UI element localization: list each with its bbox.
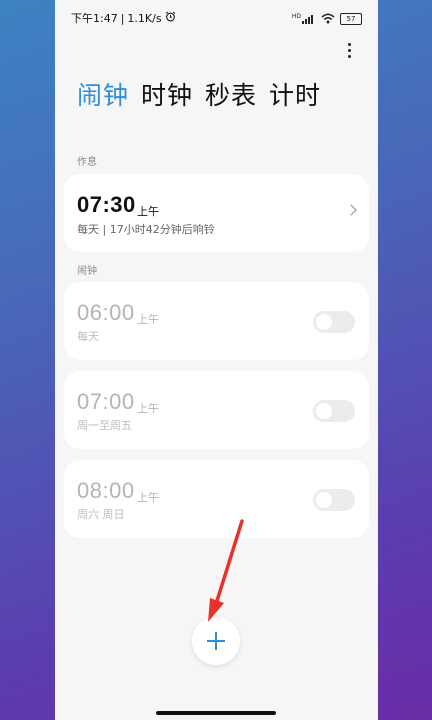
alarm-toggle[interactable]	[313, 311, 355, 333]
menu-dot	[347, 54, 351, 58]
chevron-right-icon	[345, 204, 357, 216]
tab-bar: 闹钟 时钟 秒表 计时	[77, 76, 321, 112]
menu-dot	[347, 48, 351, 52]
tab-stopwatch[interactable]: 秒表	[205, 76, 257, 112]
alarm-toggle[interactable]	[313, 400, 355, 422]
section-label-alarms: 闹钟	[77, 266, 97, 277]
alarm-repeat: 周一至周五	[77, 419, 132, 432]
alarm-toggle[interactable]	[313, 489, 355, 511]
alarm-ampm: 上午	[137, 313, 159, 326]
add-alarm-button[interactable]	[192, 617, 240, 665]
section-label-sleep: 作息	[77, 157, 97, 168]
status-bar: 下午1:47 | 1.1K/s HD 57	[55, 0, 378, 34]
status-separator: |	[120, 11, 125, 25]
wifi-icon	[321, 9, 335, 28]
phone-screen: 下午1:47 | 1.1K/s HD 57 闹钟 时钟 秒表 计时 作息 07:…	[55, 0, 378, 720]
home-indicator[interactable]	[156, 711, 276, 715]
toggle-knob	[316, 314, 332, 330]
alarm-clock-icon	[165, 11, 176, 25]
alarm-time: 06:00	[77, 300, 135, 325]
more-vertical-icon[interactable]	[340, 40, 358, 60]
alarm-card[interactable]: 06:00 上午 每天	[64, 282, 369, 360]
alarm-card[interactable]: 07:00 上午 周一至周五	[64, 371, 369, 449]
sleep-time: 07:30	[77, 192, 136, 217]
toggle-knob	[316, 492, 332, 508]
signal-icon: HD	[291, 12, 316, 24]
alarm-ampm: 上午	[137, 491, 159, 504]
status-time: 下午1:47	[71, 12, 118, 25]
plus-icon-vertical	[215, 632, 217, 650]
tab-alarm[interactable]: 闹钟	[77, 76, 129, 112]
status-right: HD 57	[292, 9, 362, 28]
menu-dot	[347, 42, 351, 46]
alarm-repeat: 每天	[77, 330, 99, 343]
alarm-card[interactable]: 08:00 上午 周六 周日	[64, 460, 369, 538]
network-speed: 1.1K/s	[127, 11, 162, 25]
tab-timer[interactable]: 计时	[269, 76, 321, 112]
alarm-repeat: 周六 周日	[77, 508, 125, 521]
sleep-ampm: 上午	[137, 205, 159, 218]
status-left: 下午1:47 | 1.1K/s	[71, 10, 176, 26]
signal-label: HD	[291, 12, 301, 20]
alarm-time: 08:00	[77, 478, 135, 503]
sleep-desc: 每天 | 17小时42分钟后响铃	[77, 223, 215, 236]
battery-icon: 57	[340, 12, 362, 25]
sleep-schedule-card[interactable]: 07:30 上午 每天 | 17小时42分钟后响铃	[64, 174, 369, 252]
alarm-ampm: 上午	[137, 402, 159, 415]
tab-clock[interactable]: 时钟	[141, 76, 193, 112]
toggle-knob	[316, 403, 332, 419]
alarm-time: 07:00	[77, 389, 135, 414]
